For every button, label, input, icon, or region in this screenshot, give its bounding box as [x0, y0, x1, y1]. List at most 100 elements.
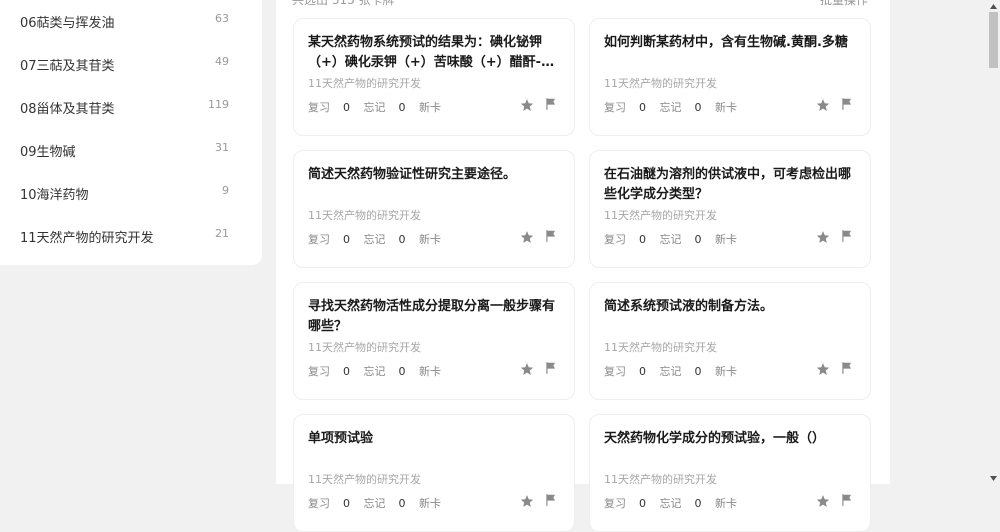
new-card-label: 新卡: [419, 497, 441, 510]
new-card-label: 新卡: [715, 365, 737, 378]
batch-action-link[interactable]: 批量操作: [820, 0, 868, 8]
category-item[interactable]: 11天然产物的研究开发 21: [0, 215, 262, 258]
question-card[interactable]: 在石油醚为溶剂的供试液中，可考虑检出哪些化学成分类型？ 11天然产物的研究开发 …: [589, 150, 871, 268]
card-count-label: 共选出 313 张卡牌: [292, 0, 395, 7]
flag-icon[interactable]: [544, 97, 558, 111]
card-title: 简述系统预试液的制备方法。: [604, 299, 774, 314]
flag-icon[interactable]: [840, 229, 854, 243]
card-stats: 复习 0 忘记 0 新卡: [604, 231, 747, 247]
forget-stat: 忘记 0: [364, 365, 406, 378]
star-icon[interactable]: [816, 494, 830, 508]
review-stat: 复习 0: [604, 233, 646, 246]
category-count: 119: [208, 98, 229, 111]
flag-icon[interactable]: [840, 361, 854, 375]
review-stat: 复习 0: [604, 101, 646, 114]
scroll-up-arrow-icon[interactable]: [987, 0, 1000, 12]
star-icon[interactable]: [520, 230, 534, 244]
forget-count: 0: [398, 497, 406, 510]
card-source: 11天然产物的研究开发: [308, 209, 421, 222]
question-card[interactable]: 如何判断某药材中，含有生物碱.黄酮.多糖 11天然产物的研究开发 复习 0 忘记 0…: [589, 18, 871, 136]
review-label: 复习: [308, 497, 330, 510]
new-card-label: 新卡: [419, 101, 441, 114]
question-card[interactable]: 某天然药物系统预试的结果为：碘化铋钾（+）碘化汞钾（+）苦味酸（+）醋酐-浓硫酸…: [293, 18, 575, 136]
new-card-label: 新卡: [715, 101, 737, 114]
star-icon[interactable]: [816, 98, 830, 112]
category-count: 9: [222, 184, 229, 197]
forget-count: 0: [398, 233, 406, 246]
forget-stat: 忘记 0: [660, 101, 702, 114]
review-stat: 复习 0: [308, 497, 350, 510]
question-card[interactable]: 简述系统预试液的制备方法。 11天然产物的研究开发 复习 0 忘记 0 新卡: [589, 282, 871, 400]
category-name: 07三萜及其苷类: [20, 59, 115, 74]
category-count: 63: [215, 12, 229, 25]
card-title: 天然药物化学成分的预试验，一般（）: [604, 431, 826, 446]
review-label: 复习: [604, 101, 626, 114]
question-card[interactable]: 寻找天然药物活性成分提取分离一般步骤有哪些？ 11天然产物的研究开发 复习 0 忘…: [293, 282, 575, 400]
star-icon[interactable]: [520, 98, 534, 112]
category-item[interactable]: 06萜类与挥发油 63: [0, 0, 262, 43]
review-label: 复习: [308, 365, 330, 378]
review-count: 0: [639, 365, 646, 378]
category-name: 09生物碱: [20, 145, 76, 160]
flag-icon[interactable]: [840, 97, 854, 111]
category-count: 31: [215, 141, 229, 154]
card-stats: 复习 0 忘记 0 新卡: [604, 495, 747, 511]
forget-label: 忘记: [363, 233, 386, 246]
card-title: 在石油醚为溶剂的供试液中，可考虑检出哪些化学成分类型？: [604, 167, 852, 202]
forget-stat: 忘记 0: [660, 233, 702, 246]
review-count: 0: [343, 101, 350, 114]
category-sidebar: 06萜类与挥发油 63 07三萜及其苷类 49 08甾体及其苷类 119 09生…: [0, 0, 262, 265]
review-count: 0: [343, 365, 350, 378]
forget-count: 0: [398, 365, 406, 378]
forget-stat: 忘记 0: [364, 101, 406, 114]
star-icon[interactable]: [520, 494, 534, 508]
question-card[interactable]: 简述天然药物验证性研究主要途径。 11天然产物的研究开发 复习 0 忘记 0 新卡: [293, 150, 575, 268]
flag-icon[interactable]: [840, 493, 854, 507]
review-count: 0: [343, 233, 350, 246]
flag-icon[interactable]: [544, 361, 558, 375]
card-stats: 复习 0 忘记 0 新卡: [308, 363, 451, 379]
category-item[interactable]: 08甾体及其苷类 119: [0, 86, 262, 129]
card-stats: 复习 0 忘记 0 新卡: [604, 99, 747, 115]
card-source: 11天然产物的研究开发: [308, 341, 421, 354]
category-name: 06萜类与挥发油: [20, 16, 115, 31]
scroll-thumb[interactable]: [989, 12, 998, 68]
scroll-down-arrow-icon[interactable]: [987, 472, 1000, 484]
forget-label: 忘记: [363, 497, 386, 510]
flag-icon[interactable]: [544, 493, 558, 507]
category-name: 08甾体及其苷类: [20, 102, 115, 117]
card-source: 11天然产物的研究开发: [604, 77, 717, 90]
forget-label: 忘记: [659, 497, 682, 510]
category-name: 11天然产物的研究开发: [20, 231, 154, 246]
card-source: 11天然产物的研究开发: [308, 473, 421, 486]
card-title: 简述天然药物验证性研究主要途径。: [308, 167, 517, 182]
forget-stat: 忘记 0: [660, 365, 702, 378]
review-stat: 复习 0: [308, 101, 350, 114]
card-stats: 复习 0 忘记 0 新卡: [604, 363, 747, 379]
new-card-label: 新卡: [715, 497, 737, 510]
question-card[interactable]: 天然药物化学成分的预试验，一般（） 11天然产物的研究开发 复习 0 忘记 0 新卡: [589, 414, 871, 532]
card-title: 寻找天然药物活性成分提取分离一般步骤有哪些？: [308, 299, 556, 334]
category-item[interactable]: 07三萜及其苷类 49: [0, 43, 262, 86]
forget-label: 忘记: [659, 233, 682, 246]
category-item[interactable]: 10海洋药物 9: [0, 172, 262, 215]
flag-icon[interactable]: [544, 229, 558, 243]
forget-stat: 忘记 0: [364, 497, 406, 510]
vertical-scrollbar[interactable]: [987, 0, 1000, 484]
card-title: 如何判断某药材中，含有生物碱.黄酮.多糖: [604, 35, 848, 50]
star-icon[interactable]: [520, 362, 534, 376]
star-icon[interactable]: [816, 230, 830, 244]
forget-stat: 忘记 0: [660, 497, 702, 510]
review-count: 0: [639, 233, 646, 246]
forget-label: 忘记: [659, 365, 682, 378]
star-icon[interactable]: [816, 362, 830, 376]
forget-label: 忘记: [363, 365, 386, 378]
forget-label: 忘记: [363, 101, 386, 114]
new-card-label: 新卡: [715, 233, 737, 246]
card-stats: 复习 0 忘记 0 新卡: [308, 99, 451, 115]
category-item[interactable]: 09生物碱 31: [0, 129, 262, 172]
question-card[interactable]: 单项预试验 11天然产物的研究开发 复习 0 忘记 0 新卡: [293, 414, 575, 532]
review-label: 复习: [604, 233, 626, 246]
card-title: 某天然药物系统预试的结果为：碘化铋钾（+）碘化汞钾（+）苦味酸（+）醋酐-浓硫酸…: [308, 35, 555, 70]
forget-count: 0: [398, 101, 406, 114]
